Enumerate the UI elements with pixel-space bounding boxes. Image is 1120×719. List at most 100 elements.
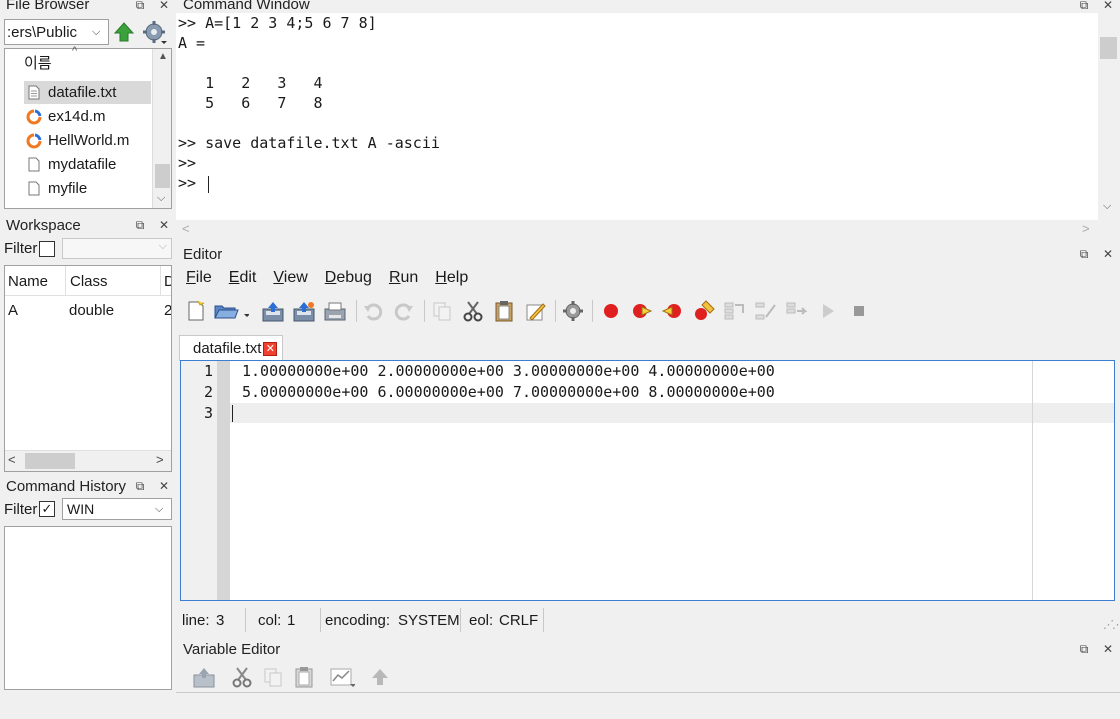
path-combo[interactable]: :ers\Public ⌵ <box>4 19 109 45</box>
previous-breakpoint-icon[interactable] <box>660 298 686 324</box>
close-icon[interactable]: ✕ <box>1100 0 1116 13</box>
workspace-row-dim[interactable]: 2 <box>164 302 171 319</box>
workspace-col-class[interactable]: Class <box>70 273 108 290</box>
file-item[interactable]: myfile <box>24 177 151 200</box>
command-output-line: 1 2 3 4 <box>178 74 323 92</box>
cut-icon[interactable] <box>460 298 486 324</box>
menu-file[interactable]: File <box>186 269 212 287</box>
editor-menubar: File Edit View Debug Run Help <box>186 269 485 287</box>
file-item[interactable]: ex14d.m <box>24 105 151 128</box>
up-directory-icon[interactable] <box>113 21 135 43</box>
save-icon[interactable] <box>260 298 286 324</box>
scroll-left-icon[interactable]: < <box>8 452 16 467</box>
close-icon[interactable]: ✕ <box>156 478 172 494</box>
step-icon[interactable] <box>722 298 748 324</box>
plot-icon[interactable] <box>329 664 355 690</box>
code-line[interactable]: 5.00000000e+00 6.00000000e+00 7.00000000… <box>242 383 775 401</box>
history-filter-checkbox[interactable]: ✓ <box>39 501 55 517</box>
menu-help[interactable]: Help <box>435 269 468 287</box>
status-line-label: line: <box>182 612 210 629</box>
resize-grip-icon[interactable]: ⋰⋰ <box>1103 618 1120 631</box>
stop-icon[interactable] <box>846 298 872 324</box>
next-breakpoint-icon[interactable] <box>629 298 655 324</box>
workspace-row-class[interactable]: double <box>69 302 114 319</box>
scroll-down-icon[interactable]: ⌵ <box>157 192 165 205</box>
gear-icon[interactable] <box>141 19 169 45</box>
toggle-breakpoint-icon[interactable] <box>598 298 624 324</box>
workspace-row-name[interactable]: A <box>8 302 18 319</box>
step-out-icon[interactable] <box>784 298 810 324</box>
workspace-col-dim[interactable]: D <box>164 273 171 290</box>
scroll-thumb[interactable] <box>155 164 170 188</box>
command-window-hscrollbar[interactable]: < > <box>176 220 1098 239</box>
column-header-name[interactable]: 이름 <box>24 52 52 73</box>
file-list-scrollbar[interactable]: ▲ ⌵ <box>152 49 171 208</box>
close-icon[interactable]: ✕ <box>156 217 172 233</box>
new-file-icon[interactable] <box>183 298 209 324</box>
undo-icon[interactable] <box>360 298 386 324</box>
scroll-right-icon[interactable]: > <box>1082 221 1090 236</box>
workspace-col-name[interactable]: Name <box>8 273 48 290</box>
close-icon[interactable]: ✕ <box>1100 246 1116 262</box>
workspace-filter-combo[interactable]: ⌵ <box>62 238 172 259</box>
menu-run[interactable]: Run <box>389 269 418 287</box>
copy-icon[interactable] <box>260 664 286 690</box>
file-item[interactable]: HellWorld.m <box>24 129 151 152</box>
scroll-thumb[interactable] <box>1100 37 1117 59</box>
fold-margin[interactable] <box>217 361 230 600</box>
command-window-vscrollbar[interactable]: ⌵ <box>1098 13 1119 220</box>
menu-edit[interactable]: Edit <box>229 269 257 287</box>
text-cursor <box>232 405 233 422</box>
close-tab-icon[interactable]: ✕ <box>263 341 278 356</box>
undock-icon[interactable]: ⧉ <box>1076 246 1092 262</box>
history-filter-value: WIN <box>67 501 95 517</box>
continue-icon[interactable] <box>815 298 841 324</box>
tab-datafile[interactable]: datafile.txt ✕ <box>179 335 283 361</box>
workspace-hscrollbar[interactable]: < > <box>5 450 171 471</box>
scroll-thumb[interactable] <box>25 453 75 469</box>
open-file-icon[interactable] <box>213 298 249 324</box>
scroll-left-icon[interactable]: < <box>182 221 190 236</box>
undock-icon[interactable]: ⧉ <box>1076 0 1092 13</box>
undock-icon[interactable]: ⧉ <box>132 217 148 233</box>
up-icon[interactable] <box>367 664 393 690</box>
file-name: mydatafile <box>48 156 117 173</box>
scroll-right-icon[interactable]: > <box>156 452 164 467</box>
history-list[interactable] <box>4 526 172 690</box>
close-icon[interactable]: ✕ <box>1100 641 1116 657</box>
scroll-down-icon[interactable]: ⌵ <box>1103 200 1111 213</box>
save-variable-icon[interactable] <box>191 664 217 690</box>
paste-icon[interactable] <box>491 298 517 324</box>
workspace-filter-label: Filter <box>4 240 38 257</box>
step-in-icon[interactable] <box>753 298 779 324</box>
print-icon[interactable] <box>322 298 348 324</box>
file-browser-title: File Browser <box>6 0 90 13</box>
menu-debug[interactable]: Debug <box>325 269 372 287</box>
file-item[interactable]: datafile.txt <box>24 81 151 104</box>
workspace-filter-checkbox[interactable] <box>39 241 55 257</box>
cut-icon[interactable] <box>229 664 255 690</box>
scroll-up-icon[interactable]: ▲ <box>158 51 168 62</box>
save-as-icon[interactable] <box>291 298 317 324</box>
status-col-label: col: <box>258 612 282 629</box>
clear-breakpoints-icon[interactable] <box>691 298 717 324</box>
current-line-highlight <box>230 403 1114 423</box>
history-filter-combo[interactable]: WIN ⌵ <box>62 498 172 520</box>
undock-icon[interactable]: ⧉ <box>132 478 148 494</box>
undock-icon[interactable]: ⧉ <box>132 0 148 13</box>
redo-icon[interactable] <box>391 298 417 324</box>
gear-icon[interactable] <box>560 298 586 324</box>
menu-view[interactable]: View <box>273 269 307 287</box>
status-col-value: 1 <box>287 612 296 629</box>
code-line[interactable]: 1.00000000e+00 2.00000000e+00 3.00000000… <box>242 362 775 380</box>
workspace-table[interactable] <box>4 265 172 472</box>
undock-icon[interactable]: ⧉ <box>1076 641 1092 657</box>
line-number: 1 <box>203 362 213 380</box>
paste-icon[interactable] <box>291 664 317 690</box>
close-icon[interactable]: ✕ <box>156 0 172 13</box>
copy-icon[interactable] <box>429 298 455 324</box>
file-item[interactable]: mydatafile <box>24 153 151 176</box>
command-window[interactable] <box>176 13 1098 220</box>
command-window-title: Command Window <box>183 0 310 13</box>
find-replace-icon[interactable] <box>522 298 548 324</box>
